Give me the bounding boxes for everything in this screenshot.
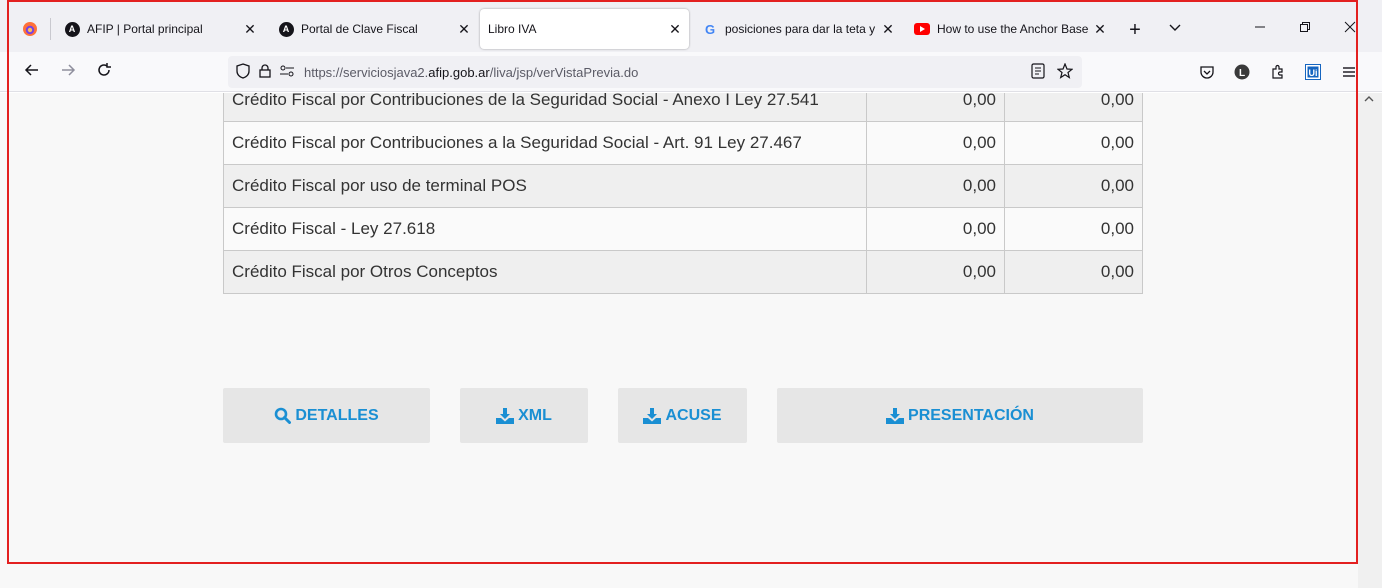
credito-fiscal-table: Crédito Fiscal por Contribuciones de la … — [223, 93, 1143, 294]
restore-window-icon[interactable] — [1295, 20, 1315, 38]
tab-label: Portal de Clave Fiscal — [301, 22, 418, 36]
tab-clave-fiscal[interactable]: A Portal de Clave Fiscal ✕ — [266, 9, 478, 49]
detalles-label: DETALLES — [295, 406, 379, 424]
concept-cell: Crédito Fiscal por Contribuciones de la … — [223, 93, 867, 122]
table-row: Crédito Fiscal por Otros Conceptos 0,00 0,… — [223, 250, 1143, 294]
table-row: Crédito Fiscal por Contribuciones a la S… — [223, 121, 1143, 165]
concept-cell: Crédito Fiscal por Otros Conceptos — [223, 250, 867, 294]
ui-extension-icon[interactable]: Ui — [1304, 64, 1322, 85]
tab-google-search[interactable]: G posiciones para dar la teta y q ✕ — [690, 9, 902, 49]
tracking-protection-shield-icon[interactable] — [232, 62, 254, 82]
reader-view-icon[interactable] — [1031, 63, 1045, 83]
download-icon — [886, 407, 905, 424]
tab-strip: A AFIP | Portal principal ✕ A Portal de … — [0, 0, 1382, 52]
minimize-icon[interactable] — [1250, 20, 1270, 38]
permissions-icon[interactable] — [276, 64, 298, 80]
extensions-puzzle-icon[interactable] — [1269, 64, 1287, 85]
search-icon — [274, 407, 292, 424]
acuse-button[interactable]: ACUSE — [618, 388, 747, 443]
svg-text:L: L — [1239, 68, 1245, 79]
close-window-icon[interactable] — [1340, 20, 1360, 38]
amount-cell: 0,00 — [1004, 121, 1143, 165]
tab-youtube[interactable]: How to use the Anchor Base / ✕ — [902, 9, 1114, 49]
concept-cell: Crédito Fiscal por uso de terminal POS — [223, 164, 867, 208]
presentacion-label: PRESENTACIÓN — [908, 406, 1034, 424]
xml-button[interactable]: XML — [460, 388, 588, 443]
url-domain: afip.gob.ar — [428, 64, 490, 80]
tab-label: How to use the Anchor Base / — [937, 22, 1090, 36]
download-icon — [496, 407, 515, 424]
vertical-scrollbar[interactable] — [1358, 93, 1382, 588]
acuse-label: ACUSE — [665, 406, 722, 424]
tab-label: posiciones para dar la teta y q — [725, 22, 878, 36]
close-tab-icon[interactable]: ✕ — [1090, 21, 1110, 38]
table-row: Crédito Fiscal por uso de terminal POS 0,… — [223, 164, 1143, 208]
close-tab-icon[interactable]: ✕ — [454, 21, 474, 38]
tab-libro-iva[interactable]: Libro IVA ✕ — [480, 9, 689, 49]
padlock-icon[interactable] — [254, 63, 276, 81]
svg-text:Ui: Ui — [1309, 68, 1318, 78]
reload-icon[interactable] — [92, 60, 116, 84]
amount-cell: 0,00 — [1004, 164, 1143, 208]
firefox-view-button[interactable] — [10, 9, 48, 49]
amount-cell: 0,00 — [866, 207, 1005, 251]
tab-afip-portal[interactable]: A AFIP | Portal principal ✕ — [52, 9, 264, 49]
menu-hamburger-icon[interactable] — [1340, 64, 1358, 85]
download-icon — [643, 407, 662, 424]
tab-label: AFIP | Portal principal — [87, 22, 203, 36]
forward-arrow-icon[interactable] — [56, 60, 80, 84]
amount-cell: 0,00 — [866, 121, 1005, 165]
google-icon: G — [704, 21, 716, 37]
close-tab-icon[interactable]: ✕ — [665, 21, 685, 38]
amount-cell: 0,00 — [1004, 93, 1143, 122]
back-arrow-icon[interactable] — [20, 60, 44, 84]
amount-cell: 0,00 — [866, 250, 1005, 294]
close-tab-icon[interactable]: ✕ — [878, 21, 898, 38]
scroll-up-arrow-icon[interactable] — [1363, 93, 1375, 108]
new-tab-plus-icon[interactable]: + — [1125, 19, 1145, 41]
afip-icon: A — [278, 21, 294, 37]
amount-cell: 0,00 — [1004, 207, 1143, 251]
concept-cell: Crédito Fiscal - Ley 27.618 — [223, 207, 867, 251]
account-avatar-icon[interactable]: L — [1233, 64, 1251, 85]
close-tab-icon[interactable]: ✕ — [240, 21, 260, 38]
table-row: Crédito Fiscal - Ley 27.618 0,00 0,00 — [223, 207, 1143, 251]
tab-separator — [50, 18, 51, 40]
amount-cell: 0,00 — [866, 164, 1005, 208]
detalles-button[interactable]: DETALLES — [223, 388, 430, 443]
list-tabs-chevron-icon[interactable] — [1165, 20, 1185, 39]
xml-label: XML — [518, 406, 552, 424]
amount-cell: 0,00 — [866, 93, 1005, 122]
youtube-icon — [914, 21, 930, 37]
url-path: /liva/jsp/verVistaPrevia.do — [489, 64, 639, 80]
firefox-icon — [22, 21, 38, 37]
address-bar[interactable]: https://serviciosjava2.afip.gob.ar/liva/… — [228, 56, 1082, 88]
url-prefix: https://serviciosjava2. — [304, 64, 429, 80]
pocket-icon[interactable] — [1198, 64, 1216, 85]
presentacion-button[interactable]: PRESENTACIÓN — [777, 388, 1143, 443]
afip-icon: A — [64, 21, 80, 37]
url-text[interactable]: https://serviciosjava2.afip.gob.ar/liva/… — [304, 65, 638, 80]
bookmark-star-icon[interactable] — [1056, 62, 1074, 83]
table-row: Crédito Fiscal por Contribuciones de la … — [223, 93, 1143, 122]
concept-cell: Crédito Fiscal por Contribuciones a la S… — [223, 121, 867, 165]
page-content: Crédito Fiscal por Contribuciones de la … — [0, 93, 1358, 588]
amount-cell: 0,00 — [1004, 250, 1143, 294]
tab-label: Libro IVA — [488, 22, 537, 36]
